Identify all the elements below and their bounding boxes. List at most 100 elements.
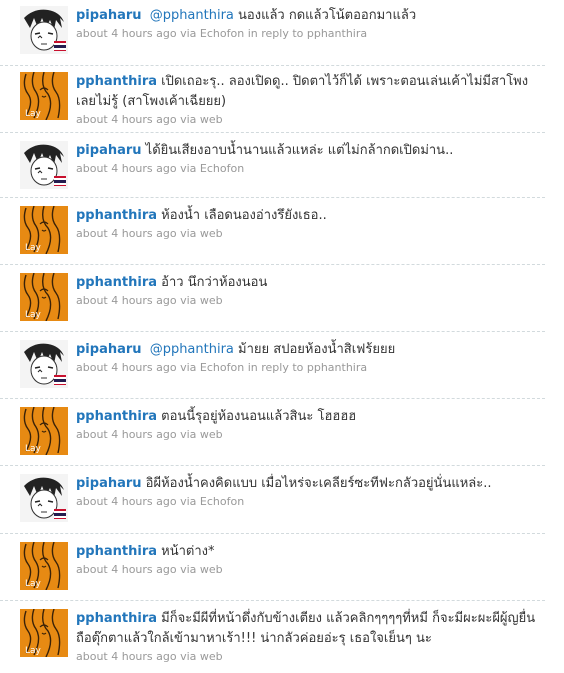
reply-to-link[interactable]: pphanthira: [307, 361, 367, 374]
tweet-item: pipaharu ได้ยินเสียงอาบน้ำนานแล้วแหล่ะ แ…: [0, 133, 545, 198]
username-link[interactable]: pphanthira: [76, 409, 157, 424]
source-link[interactable]: web: [200, 428, 223, 441]
timestamp-link[interactable]: about 4 hours ago: [76, 113, 177, 126]
source-link[interactable]: web: [200, 650, 223, 663]
tweet-item: Lay pphanthira อ้าว นึกว่าห้องนอน about …: [0, 265, 545, 332]
source-link[interactable]: web: [200, 294, 223, 307]
tweet-text-line: pphanthira ตอนนี้รุอยู่ห้องนอนแล้วสินะ โ…: [76, 407, 539, 427]
tweet-text-line: pipaharu @pphanthira ม้ายย สปอยห้องน้ำสิ…: [76, 340, 539, 360]
tweet-timeline: pipaharu @pphanthira นองแล้ว กดแล้วโน้ตอ…: [0, 0, 564, 673]
tweet-meta: about 4 hours ago via Echofon: [76, 495, 539, 509]
mention-link[interactable]: @pphanthira: [150, 342, 234, 357]
via-label: via: [180, 294, 197, 307]
tweet-item: Lay pphanthira เปิดเถอะรุ.. ลองเปิดดู.. …: [0, 66, 545, 133]
tweet-text: ได้ยินเสียงอาบน้ำนานแล้วแหล่ะ แต่ไม่กล้า…: [141, 143, 454, 158]
tweet-text: ม้ายย สปอยห้องน้ำสิเฟร้ยยย: [233, 342, 396, 357]
pphanthira-avatar[interactable]: Lay: [20, 542, 68, 590]
pphanthira-avatar-image: Lay: [20, 407, 68, 455]
tweet-text-line: pphanthira อ้าว นึกว่าห้องนอน: [76, 273, 539, 293]
reply-to-link[interactable]: pphanthira: [307, 27, 367, 40]
tweet-text-line: pphanthira มีก็จะมีผีที่หน้าดึ่งกับข้างเ…: [76, 609, 539, 649]
tweet-meta: about 4 hours ago via web: [76, 294, 539, 308]
username-link[interactable]: pphanthira: [76, 544, 157, 559]
tweet-text-line: pipaharu @pphanthira นองแล้ว กดแล้วโน้ตอ…: [76, 6, 539, 26]
username-link[interactable]: pipaharu: [76, 342, 142, 357]
source-link[interactable]: web: [200, 113, 223, 126]
pphanthira-avatar-image: Lay: [20, 206, 68, 254]
tweet-text-line: pipaharu ได้ยินเสียงอาบน้ำนานแล้วแหล่ะ แ…: [76, 141, 539, 161]
timestamp-link[interactable]: about 4 hours ago: [76, 650, 177, 663]
timestamp-link[interactable]: about 4 hours ago: [76, 495, 177, 508]
tweet-text-line: pphanthira เปิดเถอะรุ.. ลองเปิดดู.. ปิดต…: [76, 72, 539, 112]
tweet-item: Lay pphanthira มีก็จะมีผีที่หน้าดึ่งกับข…: [0, 601, 545, 673]
tweet-item: pipaharu อิผีห้องน้ำคงคิดแบบ เมื่อไหร่จะ…: [0, 466, 545, 534]
tweet-text-line: pphanthira หน้าต่าง*: [76, 542, 539, 562]
tweet-text: นองแล้ว กดแล้วโน้ตออกมาแล้ว: [233, 8, 417, 23]
svg-text:Lay: Lay: [25, 579, 42, 589]
pphanthira-avatar-image: Lay: [20, 609, 68, 657]
source-link[interactable]: Echofon: [200, 27, 244, 40]
pipaharu-avatar[interactable]: [20, 6, 68, 54]
tweet-item: Lay pphanthira หน้าต่าง* about 4 hours a…: [0, 534, 545, 601]
svg-text:Lay: Lay: [25, 310, 42, 320]
username-link[interactable]: pphanthira: [76, 275, 157, 290]
source-link[interactable]: Echofon: [200, 495, 244, 508]
tweet-item: Lay pphanthira ตอนนี้รุอยู่ห้องนอนแล้วสิ…: [0, 399, 545, 466]
username-link[interactable]: pphanthira: [76, 74, 157, 89]
tweet-meta: about 4 hours ago via web: [76, 227, 539, 241]
tweet-meta: about 4 hours ago via Echofon in reply t…: [76, 361, 539, 375]
pphanthira-avatar[interactable]: Lay: [20, 407, 68, 455]
username-link[interactable]: pphanthira: [76, 611, 157, 626]
tweet-text: อ้าว นึกว่าห้องนอน: [157, 275, 268, 290]
tweet-text: อิผีห้องน้ำคงคิดแบบ เมื่อไหร่จะเคลียร์ซะ…: [141, 476, 492, 491]
timestamp-link[interactable]: about 4 hours ago: [76, 227, 177, 240]
tweet-text: ตอนนี้รุอยู่ห้องนอนแล้วสินะ โฮฮฮฮ: [157, 409, 357, 424]
pipaharu-avatar[interactable]: [20, 141, 68, 189]
via-label: via: [180, 361, 197, 374]
svg-text:Lay: Lay: [25, 243, 42, 253]
timestamp-link[interactable]: about 4 hours ago: [76, 162, 177, 175]
username-link[interactable]: pipaharu: [76, 8, 142, 23]
svg-text:Lay: Lay: [25, 444, 42, 454]
via-label: via: [180, 27, 197, 40]
timestamp-link[interactable]: about 4 hours ago: [76, 563, 177, 576]
via-label: via: [180, 428, 197, 441]
pphanthira-avatar[interactable]: Lay: [20, 273, 68, 321]
pipaharu-avatar[interactable]: [20, 340, 68, 388]
via-label: via: [180, 113, 197, 126]
tweet-text: หน้าต่าง*: [157, 544, 215, 559]
username-link[interactable]: pphanthira: [76, 208, 157, 223]
pphanthira-avatar-image: Lay: [20, 273, 68, 321]
via-label: via: [180, 650, 197, 663]
username-link[interactable]: pipaharu: [76, 143, 142, 158]
tweet-item: pipaharu @pphanthira ม้ายย สปอยห้องน้ำสิ…: [0, 332, 545, 399]
tweet-meta: about 4 hours ago via web: [76, 428, 539, 442]
timestamp-link[interactable]: about 4 hours ago: [76, 27, 177, 40]
pphanthira-avatar[interactable]: Lay: [20, 206, 68, 254]
tweet-text: ห้องน้ำ เลือดนองอ่างรึยังเธอ..: [157, 208, 327, 223]
username-link[interactable]: pipaharu: [76, 476, 142, 491]
mention-link[interactable]: @pphanthira: [150, 8, 234, 23]
source-link[interactable]: web: [200, 227, 223, 240]
pipaharu-avatar-image: [20, 340, 68, 388]
tweet-text-line: pipaharu อิผีห้องน้ำคงคิดแบบ เมื่อไหร่จะ…: [76, 474, 539, 494]
tweet-item: Lay pphanthira ห้องน้ำ เลือดนองอ่างรึยัง…: [0, 198, 545, 265]
pphanthira-avatar[interactable]: Lay: [20, 609, 68, 657]
reply-label: in reply to: [247, 27, 304, 40]
source-link[interactable]: web: [200, 563, 223, 576]
source-link[interactable]: Echofon: [200, 361, 244, 374]
tweet-meta: about 4 hours ago via Echofon in reply t…: [76, 27, 539, 41]
timestamp-link[interactable]: about 4 hours ago: [76, 294, 177, 307]
pphanthira-avatar-image: Lay: [20, 542, 68, 590]
source-link[interactable]: Echofon: [200, 162, 244, 175]
timestamp-link[interactable]: about 4 hours ago: [76, 361, 177, 374]
svg-text:Lay: Lay: [25, 646, 42, 656]
pipaharu-avatar-image: [20, 141, 68, 189]
pipaharu-avatar-image: [20, 6, 68, 54]
tweet-item: pipaharu @pphanthira นองแล้ว กดแล้วโน้ตอ…: [0, 0, 545, 66]
pphanthira-avatar[interactable]: Lay: [20, 72, 68, 120]
via-label: via: [180, 495, 197, 508]
reply-label: in reply to: [247, 361, 304, 374]
timestamp-link[interactable]: about 4 hours ago: [76, 428, 177, 441]
pipaharu-avatar[interactable]: [20, 474, 68, 522]
